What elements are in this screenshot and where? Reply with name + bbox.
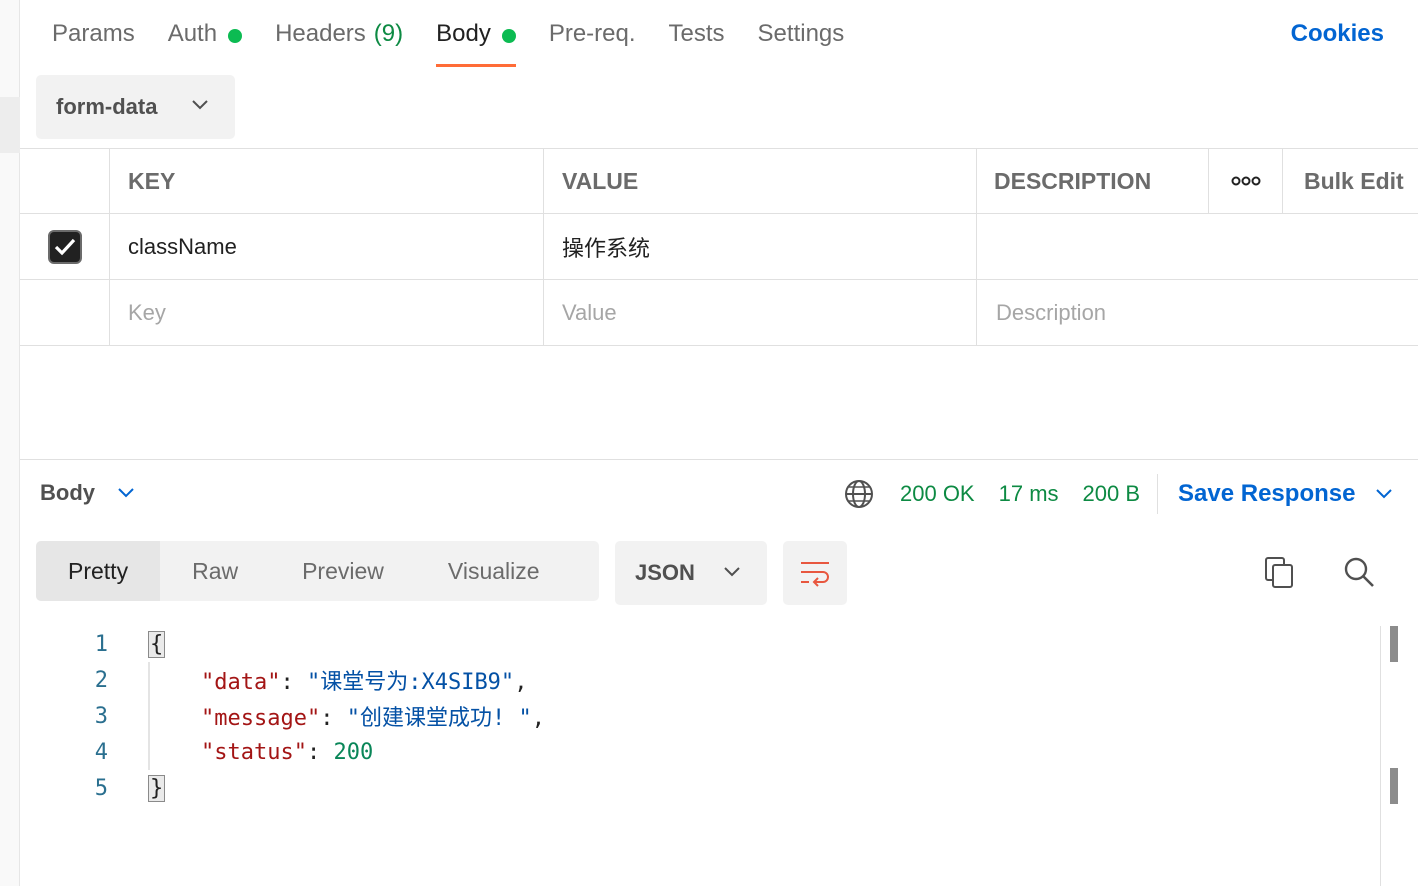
scrollbar-marker [1390,626,1398,662]
save-response-label: Save Response [1178,480,1356,507]
form-data-table: KEY VALUE DESCRIPTION Bulk Edit classNam… [20,148,1418,346]
bulk-edit-button[interactable]: Bulk Edit [1283,149,1418,213]
code-line: 4 "status": 200 [20,734,373,770]
response-size[interactable]: 200 B [1083,481,1141,507]
tab-raw[interactable]: Raw [160,541,270,601]
table-row-new: Key Value Description [20,280,1418,346]
sidebar-marker [0,97,20,153]
wrap-lines-icon [801,562,829,587]
tab-params[interactable]: Params [52,18,135,68]
table-row: className 操作系统 [20,214,1418,280]
cookies-link[interactable]: Cookies [1291,20,1384,48]
row-enabled-checkbox[interactable] [47,229,82,264]
request-tabs: Params Auth Headers (9) Body Pre-req. Tes… [52,18,877,68]
close-brace: } [148,774,166,802]
tab-preview[interactable]: Preview [270,541,416,601]
new-value-input[interactable]: Value [544,280,977,345]
line-number: 2 [94,667,108,693]
json-punct: , [514,670,528,695]
globe-icon[interactable] [844,479,874,509]
header-value: VALUE [544,149,977,213]
code-line: 2 "data": "课堂号为:X4SIB9", [20,662,528,698]
row-check-cell [20,280,110,345]
code-line: 1 { [20,626,166,662]
new-key-input[interactable]: Key [110,280,544,345]
chevron-down-icon [192,100,208,110]
tab-body[interactable]: Body [436,18,516,68]
response-section-select[interactable]: Body [40,480,135,506]
code-scrollbar-track[interactable] [1380,626,1381,886]
chevron-down-icon [724,567,740,577]
header-check-cell [20,149,110,213]
save-response-button[interactable]: Save Response [1178,480,1393,508]
json-key: "status" [200,739,307,765]
tab-tests[interactable]: Tests [669,18,725,68]
json-punct: , [531,706,545,731]
tab-label: Settings [757,20,845,47]
more-options-button[interactable] [1209,149,1283,213]
tab-pretty[interactable]: Pretty [36,541,161,601]
chevron-down-icon [118,488,134,498]
open-brace: { [148,630,166,658]
line-number: 3 [94,703,108,729]
pane-divider[interactable] [20,459,1418,460]
copy-icon[interactable] [1262,556,1296,590]
response-body-viewer[interactable]: 1 { 2 "data": "课堂号为:X4SIB9", 3 "message"… [20,626,1380,886]
tab-label: Body [436,20,491,47]
body-type-value: form-data [56,94,158,119]
tab-pre-request[interactable]: Pre-req. [549,18,636,68]
chevron-down-icon [1376,489,1393,499]
response-section-label: Body [40,480,95,505]
checkmark-icon [54,238,75,255]
code-line: 5 } [20,770,166,806]
json-string-value: "课堂号为:X4SIB9" [306,670,515,695]
json-string-value: "创建课堂成功! " [346,706,532,731]
line-number: 4 [94,739,108,765]
more-horizontal-icon [1231,176,1260,186]
meta-separator [1157,474,1159,514]
tab-auth[interactable]: Auth [167,18,243,68]
format-select[interactable]: JSON [615,541,767,605]
response-time[interactable]: 17 ms [999,481,1059,507]
header-count: (9) [373,20,404,47]
code-line: 3 "message": "创建课堂成功! ", [20,698,545,734]
header-description: DESCRIPTION [977,149,1209,213]
tab-visualize[interactable]: Visualize [416,541,572,601]
row-check-cell [20,214,110,279]
json-key: "message" [200,706,321,731]
row-key-cell[interactable]: className [110,214,544,279]
tab-label: Pre-req. [548,20,636,47]
line-number: 5 [94,775,108,801]
response-view-tabs: Pretty Raw Preview Visualize [36,541,599,601]
scrollbar-marker [1390,768,1398,804]
row-value-cell[interactable]: 操作系统 [544,214,977,279]
line-number: 1 [94,631,108,657]
status-dot [501,29,516,43]
new-description-input[interactable]: Description [977,280,1418,345]
json-number-value: 200 [333,739,374,765]
tab-settings[interactable]: Settings [758,18,845,68]
header-key: KEY [110,149,544,213]
tab-label: Auth [167,20,218,47]
tab-label: Params [52,20,135,47]
search-icon[interactable] [1342,555,1376,589]
row-description-cell[interactable] [977,214,1418,279]
body-type-select[interactable]: form-data [36,75,235,139]
tab-headers[interactable]: Headers (9) [275,18,403,68]
wrap-lines-button[interactable] [783,541,847,605]
tab-label: Tests [668,20,725,47]
status-dot [228,29,243,43]
tab-label: Headers [275,20,366,47]
status-code[interactable]: 200 OK [900,481,975,507]
table-header-row: KEY VALUE DESCRIPTION Bulk Edit [20,148,1418,214]
format-value: JSON [635,560,695,585]
response-meta: 200 OK 17 ms 200 B Save Response [844,474,1393,514]
json-key: "data" [200,670,281,695]
sidebar-edge [0,0,20,886]
